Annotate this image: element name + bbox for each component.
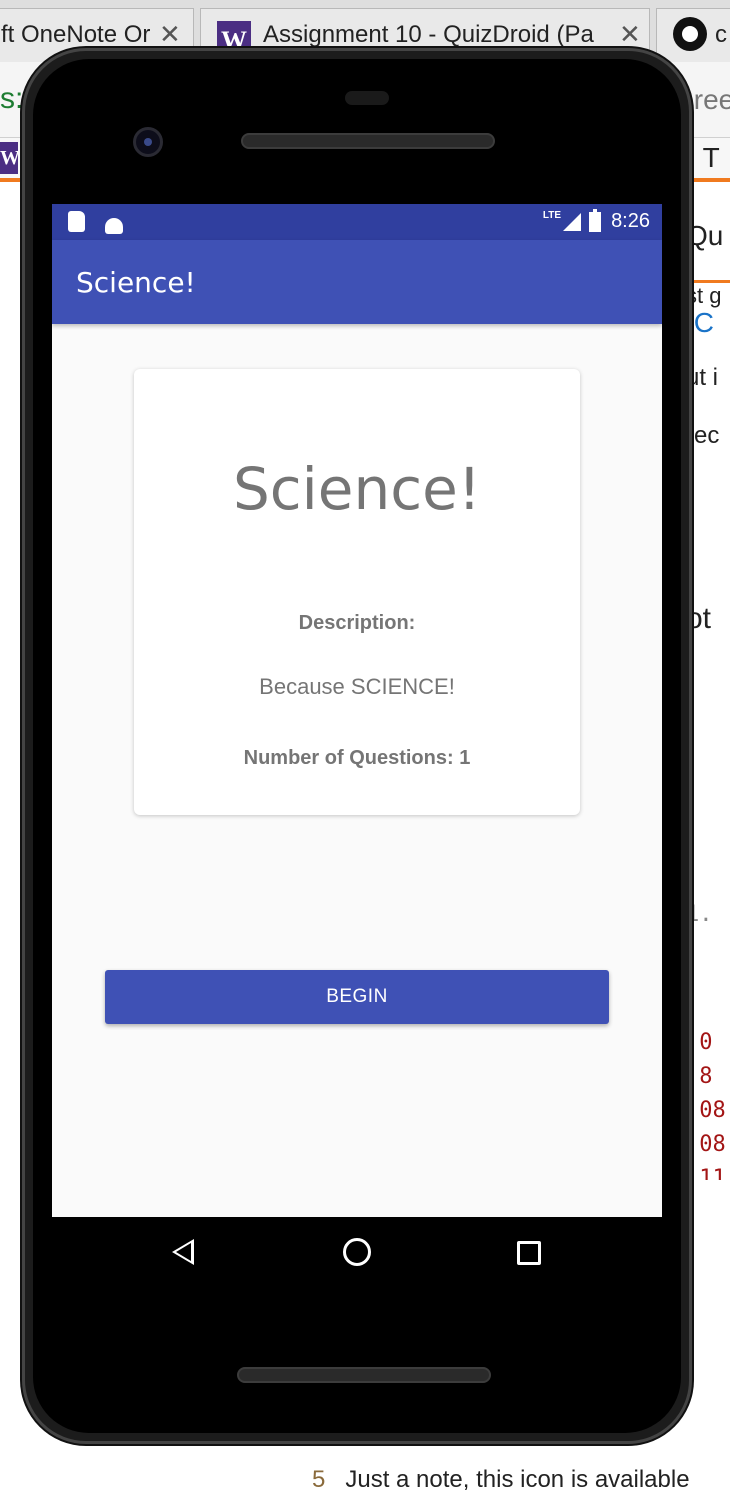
code-line: .8 [686,1064,713,1089]
page-text-fragment: st g tC [686,280,730,350]
tab-title: ft OneNote Or [1,21,151,48]
browser-tab-github[interactable]: c [656,8,730,62]
recents-icon[interactable] [517,1241,541,1265]
network-type: LTE [542,210,562,221]
code-line: .11 [686,1166,726,1180]
home-icon[interactable] [343,1238,371,1266]
page-text-fragment: Qu [686,220,724,251]
code-line: .08 [686,1132,726,1157]
battery-charging-icon [589,208,602,232]
github-icon [673,17,707,51]
bottom-speaker [237,1367,491,1383]
front-camera-icon [133,127,163,157]
page-text-fragment: ot [686,602,712,635]
device-screen: LTE 8:26 Science! Science! Description: … [52,204,662,1217]
tab-close-icon[interactable]: ✕ [159,19,181,50]
page-text-fragment: ut i [686,364,719,391]
back-icon[interactable] [172,1239,194,1265]
question-count: Number of Questions: 1 [243,747,471,769]
description-label: Description: [298,612,416,634]
status-bar: LTE 8:26 [52,204,662,240]
code-line: .0 [686,1030,713,1055]
signal-icon [563,212,582,231]
proximity-sensor [345,91,389,105]
earpiece-speaker [241,133,495,149]
tab-close-icon[interactable]: ✕ [619,19,641,50]
page-text-fragment: rec [686,422,720,449]
tab-title: Assignment 10 - QuizDroid (Pa [263,21,594,48]
page-text-fragment: ) T [686,142,720,173]
sd-card-icon [68,211,85,232]
code-line: .08 [686,1098,726,1123]
quiz-title: Science! [232,455,482,523]
android-debug-icon [105,218,124,234]
app-toolbar: Science! [52,240,662,324]
footnote: 5 Just a note, this icon is available [312,1466,730,1500]
footnote-text: Just a note, this icon is available [345,1466,690,1493]
tab-title: c [715,21,727,48]
quiz-description: Because SCIENCE! [259,674,455,699]
uw-logo-icon: W [0,142,18,174]
code-panel: .0 .8 .08 .08 .11 [686,1030,730,1180]
app-title: Science! [76,266,196,299]
status-time: 8:26 [611,210,650,232]
navigation-bar [52,1217,662,1289]
page-text-fragment: 1. [686,902,713,927]
footnote-number: 5 [312,1466,326,1493]
page-text-fragment: :ree [686,84,730,115]
quiz-card: Science! Description: Because SCIENCE! N… [134,369,580,815]
begin-button[interactable]: BEGIN [105,970,609,1024]
